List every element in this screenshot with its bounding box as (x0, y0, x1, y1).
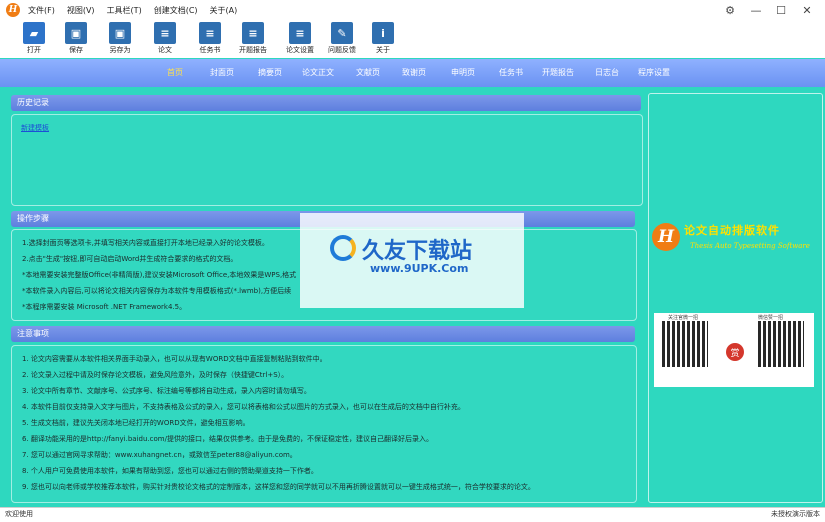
toolbar-label: 另存为 (109, 46, 131, 54)
folder-open-icon: ▰ (23, 22, 45, 44)
info-icon: i (372, 22, 394, 44)
status-bar: 欢迎使用 未授权演示版本 (0, 507, 825, 522)
minimize-button[interactable]: — (745, 0, 767, 20)
history-header: 历史记录 (11, 95, 641, 111)
open-button[interactable]: ▰ 打开 (14, 20, 54, 58)
tab-home[interactable]: 首页 (167, 59, 183, 87)
toolbar-label: 论文设置 (286, 46, 314, 54)
settings-icon[interactable]: ⚙ (720, 0, 740, 20)
status-right: 未授权演示版本 (771, 510, 820, 518)
step-line: 1.选择封面页等选项卡,并填写相关内容或直接打开本地已经录入好的论文模板。 (22, 239, 269, 247)
toolbar: ▰ 打开 ▣ 保存 ▣ 另存为 ≡ 论文 ≡ 任务书 ≡ 开题报告 ≡ 论文设置… (0, 20, 825, 58)
save-as-button[interactable]: ▣ 另存为 (100, 20, 140, 58)
title-bar: H 文件(F) 视图(V) 工具栏(T) 创建文档(C) 关于(A) ⚙ — ☐… (0, 0, 825, 20)
reward-icon: 赏 (726, 343, 744, 361)
notes-panel: 1. 论文内容需要从本软件相关界面手动录入，也可以从现有WORD文档中直接复制粘… (11, 345, 637, 503)
status-left: 欢迎使用 (5, 510, 33, 518)
maximize-button[interactable]: ☐ (770, 0, 792, 20)
toolbar-label: 任务书 (199, 46, 221, 54)
feedback-icon: ✎ (331, 22, 353, 44)
toolbar-label: 打开 (27, 46, 41, 54)
note-line: 8. 个人用户可免费使用本软件，如果有帮助到您，您也可以通过右侧的赞助渠道支持一… (22, 467, 318, 475)
nav-bar: 首页 封面页 摘要页 论文正文 文献页 致谢页 申明页 任务书 开题报告 日志台… (0, 59, 825, 87)
toolbar-label: 关于 (376, 46, 390, 54)
notes-header: 注意事项 (11, 326, 635, 342)
tab-acknowledgement[interactable]: 致谢页 (402, 59, 426, 87)
tab-program-settings[interactable]: 程序设置 (638, 59, 670, 87)
qr-right-label: 微信赞一招 (758, 315, 784, 321)
menu-view[interactable]: 视图(V) (67, 5, 95, 16)
app-logo-icon: H (6, 3, 20, 17)
thesis-button[interactable]: ≡ 论文 (145, 20, 185, 58)
note-line: 5. 生成文档前，建议先关闭本地已经打开的WORD文件，避免相互影响。 (22, 419, 250, 427)
official-qr-code-icon (662, 321, 708, 367)
brand-logo-icon: H (652, 223, 680, 251)
brand-name-en: Thesis Auto Typesetting Software (690, 242, 810, 250)
toolbar-label: 论文 (158, 46, 172, 54)
menu-create-document[interactable]: 创建文档(C) (154, 5, 198, 16)
feedback-button[interactable]: ✎ 问题反馈 (322, 20, 362, 58)
close-button[interactable]: ✕ (796, 0, 818, 20)
sponsor-panel (648, 93, 823, 503)
note-line: 4. 本软件目前仅支持录入文字与图片，不支持表格及公式的录入，您可以将表格和公式… (22, 403, 465, 411)
thesis-settings-button[interactable]: ≡ 论文设置 (280, 20, 320, 58)
tab-task-book[interactable]: 任务书 (499, 59, 523, 87)
step-line: 2.点击"生成"按钮,即可自动启动Word并生成符合要求的格式的文档。 (22, 255, 238, 263)
settings-document-icon: ≡ (289, 22, 311, 44)
tab-references[interactable]: 文献页 (356, 59, 380, 87)
note-line: 1. 论文内容需要从本软件相关界面手动录入，也可以从现有WORD文档中直接复制粘… (22, 355, 327, 363)
note-line: 9. 您也可以向老师或学校推荐本软件，购买针对贵校论文格式的定制版本，这样您和您… (22, 483, 535, 491)
document-icon: ≡ (154, 22, 176, 44)
about-button[interactable]: i 关于 (363, 20, 403, 58)
watermark-logo-icon (330, 235, 356, 261)
qr-codes: 关注官微一招 微信赞一招 赏 (654, 313, 814, 387)
task-document-icon: ≡ (199, 22, 221, 44)
toolbar-label: 问题反馈 (328, 46, 356, 54)
tab-body[interactable]: 论文正文 (302, 59, 334, 87)
reward-qr-code-icon (758, 321, 804, 367)
tab-abstract[interactable]: 摘要页 (258, 59, 282, 87)
watermark-title: 久友下载站 (362, 239, 473, 264)
watermark-overlay: 久友下载站 www.9UPK.Com (300, 213, 524, 308)
step-line: *本程序需要安装 Microsoft .NET Framework4.5。 (22, 303, 187, 311)
save-icon: ▣ (65, 22, 87, 44)
brand-name: 论文自动排版软件 (684, 224, 780, 237)
task-book-button[interactable]: ≡ 任务书 (190, 20, 230, 58)
menu-file[interactable]: 文件(F) (28, 5, 55, 16)
note-line: 7. 您可以通过官网寻求帮助：www.xuhangnet.cn，或致信至pete… (22, 451, 297, 459)
step-line: *本地需要安装完整版Office(非精简版),建议安装Microsoft Off… (22, 271, 297, 279)
tab-log[interactable]: 日志台 (595, 59, 619, 87)
tab-declaration[interactable]: 申明页 (451, 59, 475, 87)
history-panel: 新建模板 (11, 114, 643, 206)
step-line: *本软件录入内容后,可以将论文相关内容保存为本软件专用模板格式(*.lwmb),… (22, 287, 292, 295)
menu-toolbar[interactable]: 工具栏(T) (107, 5, 142, 16)
save-button[interactable]: ▣ 保存 (56, 20, 96, 58)
watermark-url: www.9UPK.Com (370, 262, 469, 275)
proposal-report-button[interactable]: ≡ 开题报告 (233, 20, 273, 58)
save-as-icon: ▣ (109, 22, 131, 44)
toolbar-label: 保存 (69, 46, 83, 54)
menu-about[interactable]: 关于(A) (210, 5, 238, 16)
note-line: 6. 翻译功能采用的是http://fanyi.baidu.com/提供的接口，… (22, 435, 433, 443)
new-template-link[interactable]: 新建模板 (21, 123, 49, 133)
toolbar-label: 开题报告 (239, 46, 267, 54)
tab-cover[interactable]: 封面页 (210, 59, 234, 87)
note-line: 3. 论文中所有章节、文献序号、公式序号、标注编号等都将自动生成，录入内容时请勿… (22, 387, 311, 395)
note-line: 2. 论文录入过程中请及时保存论文模板，避免风险意外，及时保存（快捷键Ctrl+… (22, 371, 289, 379)
tab-proposal-report[interactable]: 开题报告 (542, 59, 574, 87)
report-document-icon: ≡ (242, 22, 264, 44)
menu-bar: 文件(F) 视图(V) 工具栏(T) 创建文档(C) 关于(A) (28, 0, 249, 20)
qr-left-label: 关注官微一招 (668, 315, 699, 321)
